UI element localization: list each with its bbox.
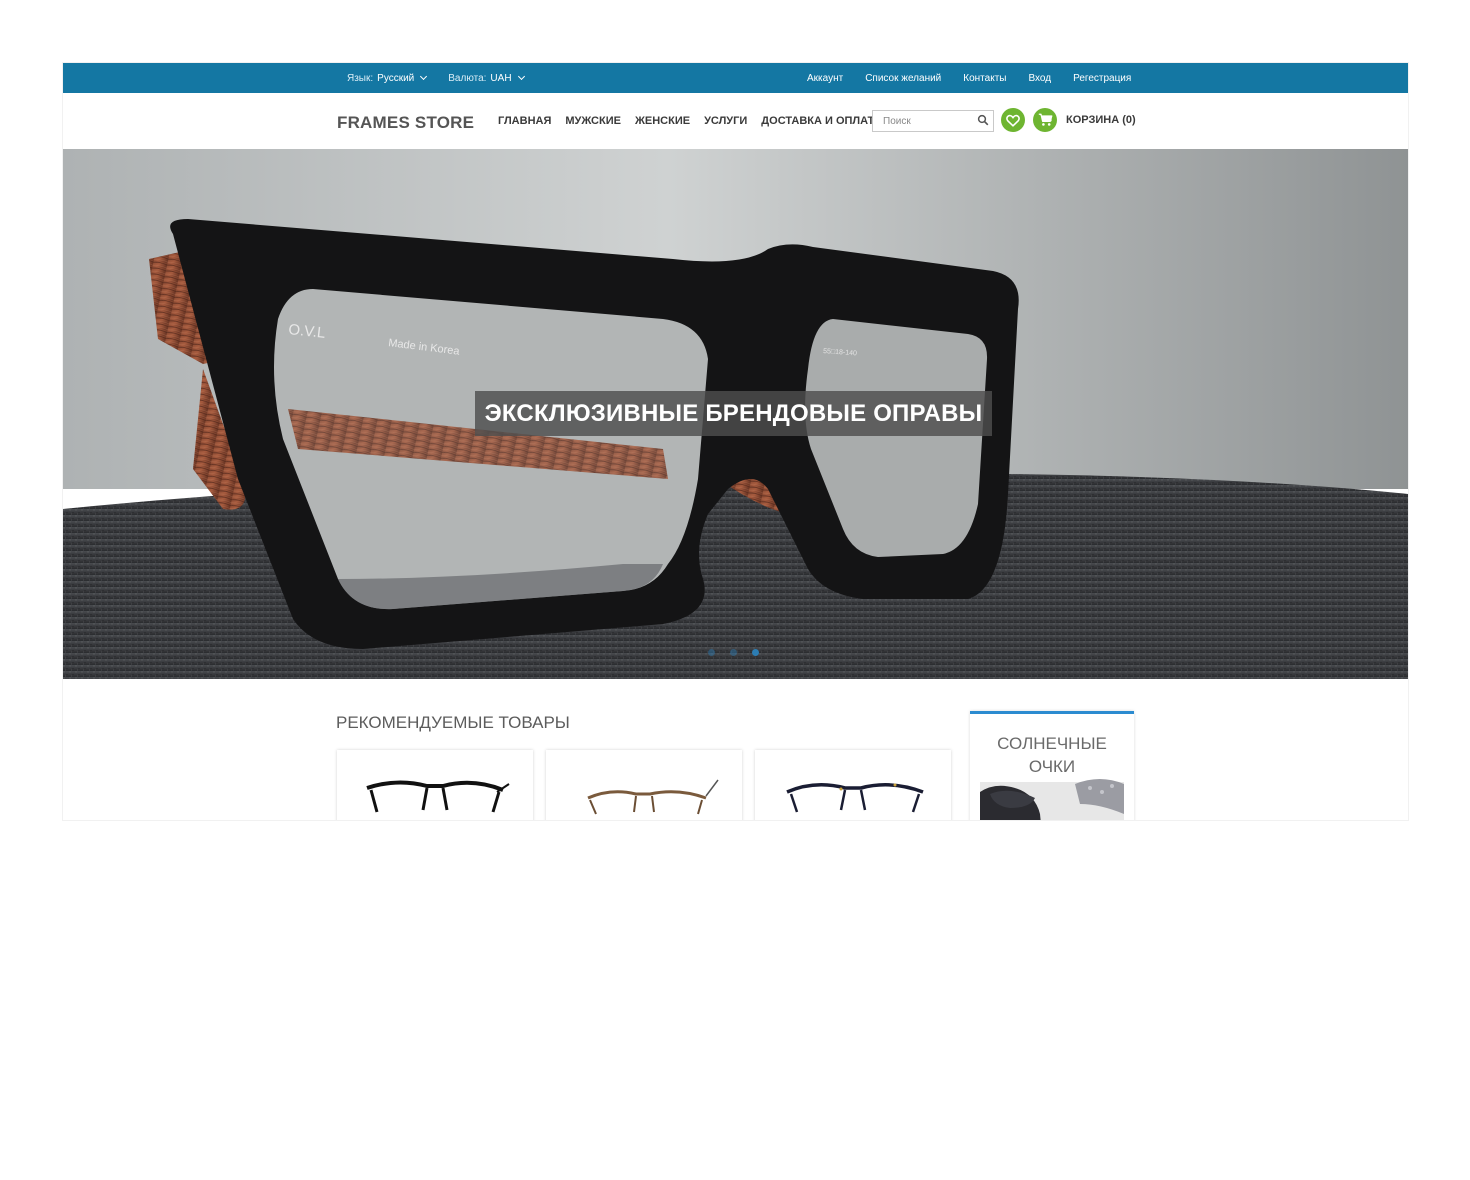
- cart-label[interactable]: КОРЗИНА (0): [1066, 114, 1136, 126]
- sunglasses-title-line1: СОЛНЕЧНЫЕ: [997, 734, 1107, 753]
- logo[interactable]: FRAMES STORE: [337, 113, 474, 133]
- sunglasses-banner[interactable]: СОЛНЕЧНЫЕ ОЧКИ: [970, 711, 1134, 820]
- sunglasses-banner-image: [980, 779, 1124, 820]
- chevron-down-icon: [420, 72, 428, 81]
- page: Язык: Русский Валюта: UAH Аккаунт Список…: [63, 63, 1408, 820]
- featured-title: РЕКОМЕНДУЕМЫЕ ТОВАРЫ: [336, 713, 570, 732]
- sunglasses-banner-title: СОЛНЕЧНЫЕ ОЧКИ: [970, 732, 1134, 778]
- login-link[interactable]: Вход: [1028, 73, 1051, 84]
- slider-dot-2[interactable]: [730, 649, 737, 656]
- search-input[interactable]: [873, 112, 975, 131]
- wishlist-button[interactable]: [1001, 108, 1025, 132]
- nav-item-delivery[interactable]: ДОСТАВКА И ОПЛАТА: [761, 115, 881, 127]
- contacts-link[interactable]: Контакты: [963, 73, 1006, 84]
- nav-item-women[interactable]: ЖЕНСКИЕ: [635, 115, 690, 127]
- nav-item-services[interactable]: УСЛУГИ: [704, 115, 747, 127]
- nav-item-men[interactable]: МУЖСКИЕ: [565, 115, 621, 127]
- product-card[interactable]: [337, 750, 533, 820]
- top-bar-links: Аккаунт Список желаний Контакты Вход Рег…: [807, 63, 1131, 93]
- top-bar: Язык: Русский Валюта: UAH Аккаунт Список…: [63, 63, 1408, 93]
- cart-button[interactable]: [1033, 108, 1057, 132]
- language-selector[interactable]: Язык: Русский: [347, 72, 428, 84]
- currency-selector[interactable]: Валюта: UAH: [448, 72, 525, 84]
- currency-label: Валюта:: [448, 72, 487, 84]
- main-nav: ГЛАВНАЯ МУЖСКИЕ ЖЕНСКИЕ УСЛУГИ ДОСТАВКА …: [498, 93, 882, 149]
- wishlist-link[interactable]: Список желаний: [865, 73, 941, 84]
- hero-caption: ЭКСКЛЮЗИВНЫЕ БРЕНДОВЫЕ ОПРАВЫ: [475, 391, 992, 436]
- product-card[interactable]: [755, 750, 951, 820]
- account-link[interactable]: Аккаунт: [807, 73, 843, 84]
- search-icon[interactable]: [977, 114, 989, 126]
- chevron-down-icon: [517, 72, 525, 81]
- heart-icon: [1006, 114, 1020, 127]
- currency-value: UAH: [490, 72, 512, 84]
- hero-slider[interactable]: O.V.L Made in Korea 55□18-140 ЭКСКЛЮЗИВН…: [63, 149, 1408, 679]
- slider-dot-1[interactable]: [708, 649, 715, 656]
- slider-dot-3[interactable]: [752, 649, 759, 656]
- top-bar-left: Язык: Русский Валюта: UAH: [347, 63, 525, 93]
- nav-item-home[interactable]: ГЛАВНАЯ: [498, 115, 551, 127]
- product-card[interactable]: [546, 750, 742, 820]
- register-link[interactable]: Регестрация: [1073, 73, 1131, 84]
- slider-dots: [708, 649, 759, 656]
- product-image: [786, 783, 924, 813]
- cart-icon: [1038, 113, 1052, 126]
- language-label: Язык:: [347, 72, 374, 84]
- language-value: Русский: [377, 72, 415, 84]
- search-box: [872, 110, 994, 132]
- product-image: [366, 780, 510, 813]
- header: FRAMES STORE ГЛАВНАЯ МУЖСКИЕ ЖЕНСКИЕ УСЛ…: [63, 93, 1408, 150]
- product-image: [587, 779, 719, 815]
